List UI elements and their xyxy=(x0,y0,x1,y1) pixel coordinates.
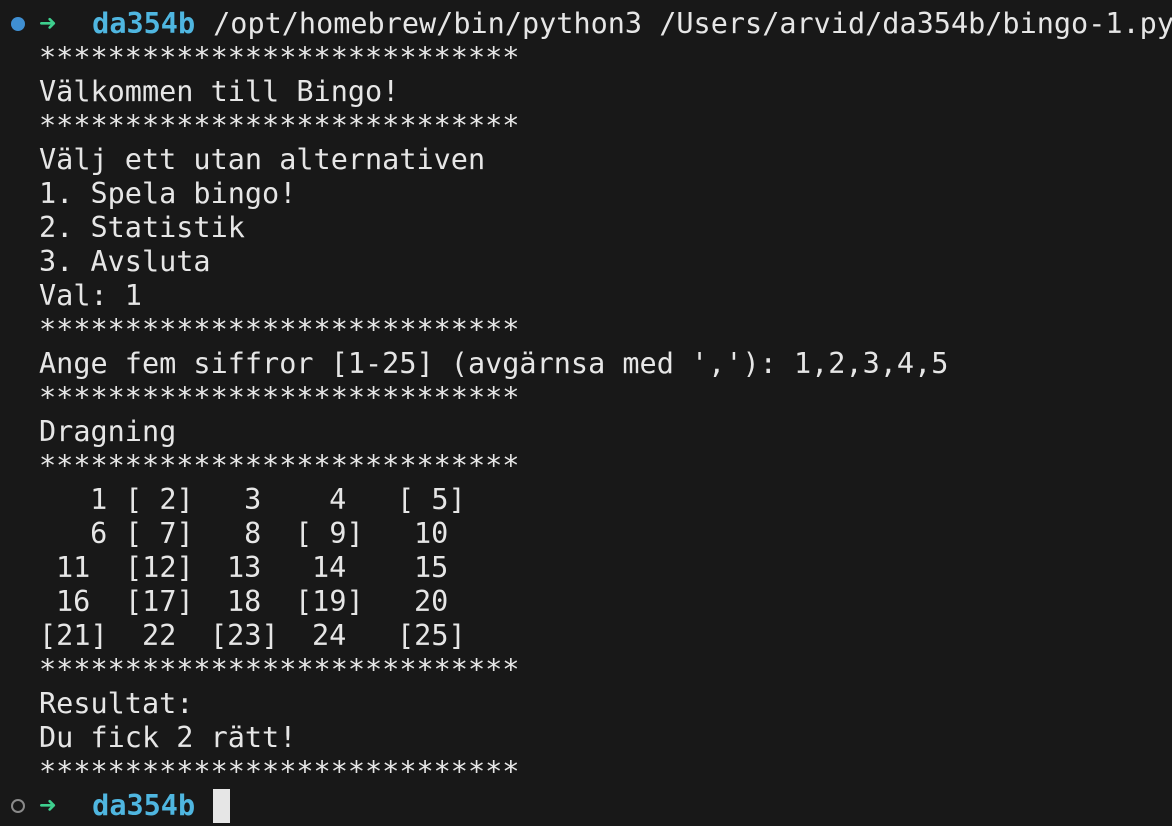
output-line: Dragning xyxy=(39,415,177,448)
bingo-cell: [ 2] xyxy=(125,483,194,516)
bingo-cell: [ 5] xyxy=(397,483,466,516)
bingo-cell: [12] xyxy=(125,551,194,584)
bingo-cell: 4 xyxy=(312,483,347,516)
text-cursor xyxy=(213,789,231,823)
prompt-cwd: da354b xyxy=(92,7,196,40)
bingo-cell: 11 xyxy=(56,551,91,584)
bingo-cell: 24 xyxy=(312,619,347,652)
output-line: **************************** xyxy=(39,41,520,74)
bingo-cell: 22 xyxy=(142,619,177,652)
bingo-cell: [19] xyxy=(295,585,364,618)
bingo-cell: 1 xyxy=(73,483,108,516)
bingo-cell: [23] xyxy=(210,619,279,652)
output-line: **************************** xyxy=(39,449,520,482)
bingo-cell: [25] xyxy=(397,619,466,652)
output-line: 2. Statistik xyxy=(39,211,245,244)
bingo-cell: [ 9] xyxy=(295,517,364,550)
bingo-cell: 16 xyxy=(56,585,91,618)
bingo-cell: 10 xyxy=(414,517,449,550)
output-line: 1. Spela bingo! xyxy=(39,177,297,210)
bingo-cell: 15 xyxy=(414,551,449,584)
output-line: Resultat: xyxy=(39,687,194,720)
bingo-cell: 8 xyxy=(227,517,262,550)
output-line: **************************** xyxy=(39,109,520,142)
output-line: **************************** xyxy=(39,755,520,788)
bingo-cell: 20 xyxy=(414,585,449,618)
prompt-arrow-icon: ➜ xyxy=(39,7,57,40)
output-line: Välkommen till Bingo! xyxy=(39,75,400,108)
bingo-cell: 14 xyxy=(312,551,347,584)
bingo-cell: [ 7] xyxy=(125,517,194,550)
bingo-cell: 18 xyxy=(227,585,262,618)
output-line: 3. Avsluta xyxy=(39,245,211,278)
output-line: Ange fem siffror [1-25] (avgärnsa med ',… xyxy=(39,347,949,380)
bingo-cell: 3 xyxy=(227,483,262,516)
prompt-cwd: da354b xyxy=(92,789,196,822)
prompt-command: /opt/homebrew/bin/python3 /Users/arvid/d… xyxy=(213,7,1172,40)
output-line: **************************** xyxy=(39,653,520,686)
output-line: **************************** xyxy=(39,381,520,414)
output-line: **************************** xyxy=(39,313,520,346)
output-line: Du fick 2 rätt! xyxy=(39,721,297,754)
terminal-window[interactable]: ➜ da354b /opt/homebrew/bin/python3 /User… xyxy=(0,0,1172,826)
bingo-cell: 6 xyxy=(73,517,108,550)
command-status-dot-icon[interactable] xyxy=(11,17,25,31)
output-line: Val: 1 xyxy=(39,279,142,312)
second-prompt-line[interactable]: ➜ da354b xyxy=(0,789,231,823)
bingo-cell: [21] xyxy=(39,619,108,652)
command-status-dot-icon[interactable] xyxy=(11,799,25,813)
output-line: Välj ett utan alternativen xyxy=(39,143,486,176)
bingo-cell: [17] xyxy=(125,585,194,618)
first-prompt-line: ➜ da354b /opt/homebrew/bin/python3 /User… xyxy=(0,7,1172,41)
bingo-cell: 13 xyxy=(227,551,262,584)
prompt-arrow-icon: ➜ xyxy=(39,789,57,822)
